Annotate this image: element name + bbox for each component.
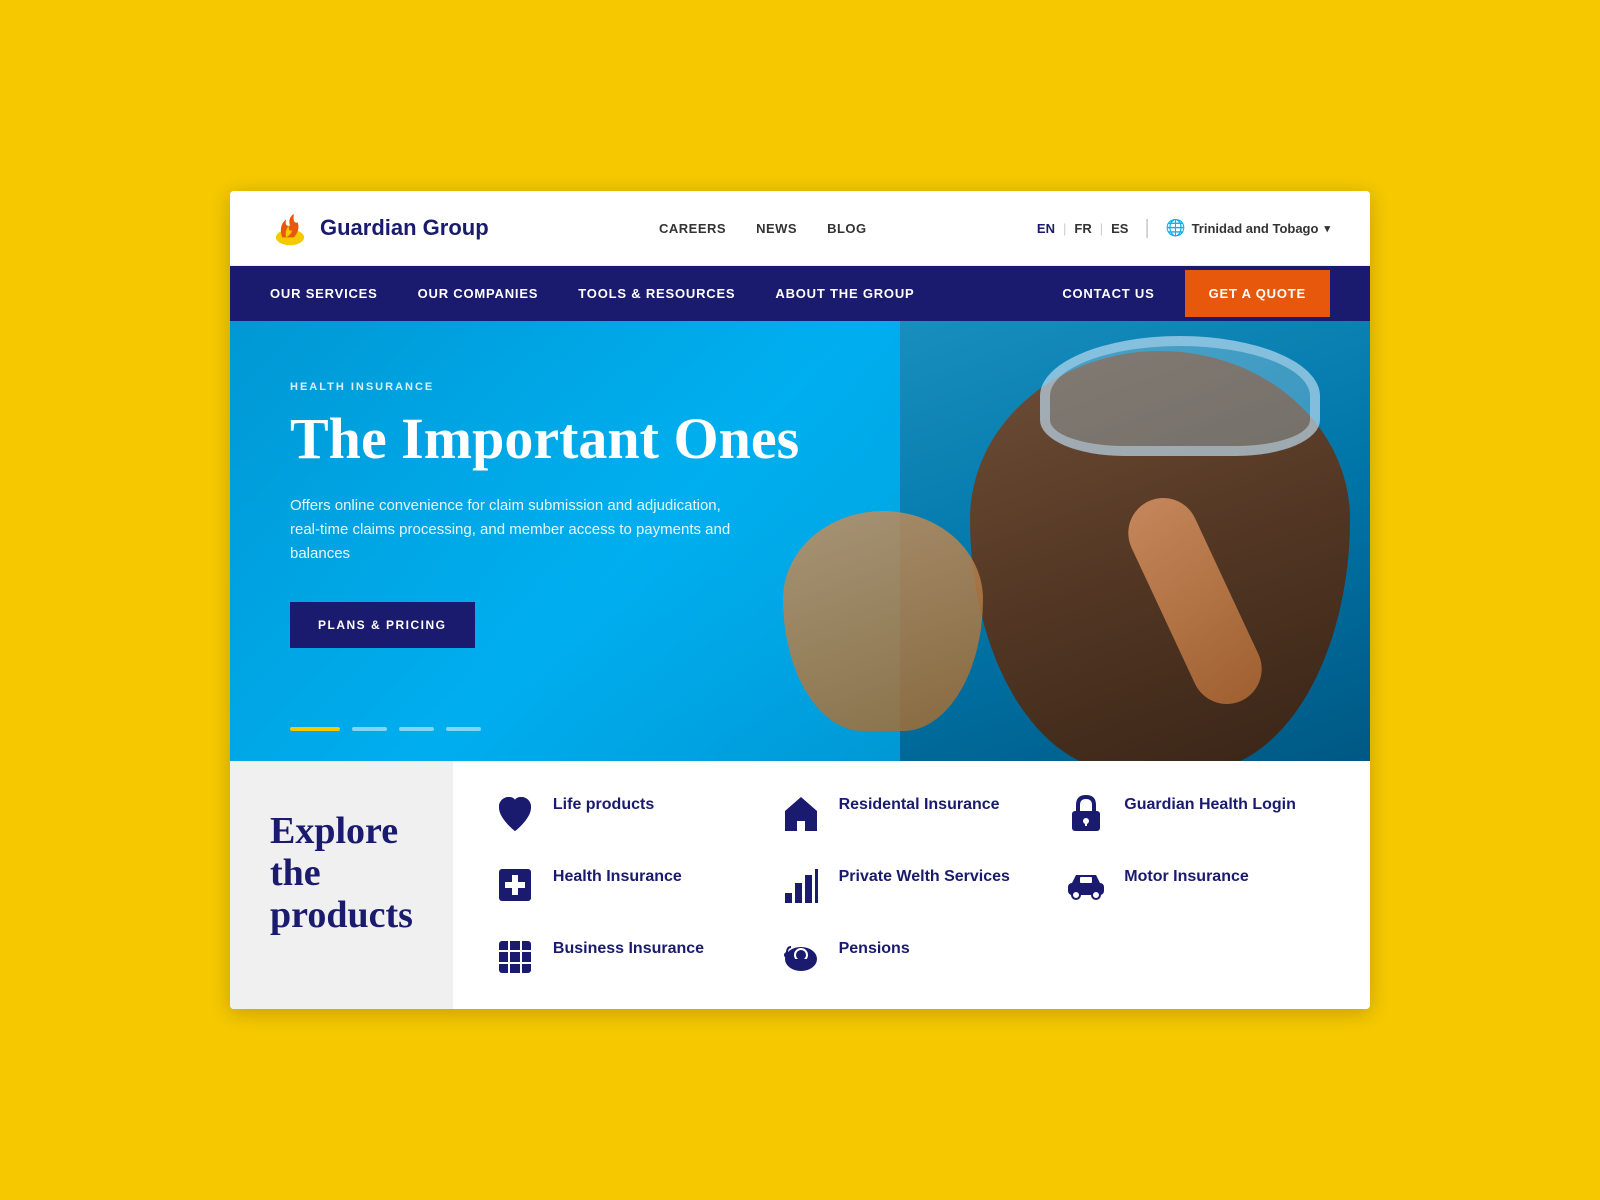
product-health-insurance[interactable]: Health Insurance (493, 863, 759, 907)
carousel-dot-2[interactable] (352, 727, 387, 731)
browser-window: Guardian Group CAREERS NEWS BLOG EN | FR… (230, 191, 1370, 1009)
logo-area[interactable]: Guardian Group (270, 210, 489, 246)
region-selector[interactable]: 🌐 Trinidad and Tobago ▾ (1166, 218, 1330, 238)
language-selector: EN | FR | ES (1037, 221, 1129, 236)
guardian-health-login-label: Guardian Health Login (1124, 795, 1296, 816)
carousel-dot-4[interactable] (446, 727, 481, 731)
hero-section: HEALTH INSURANCE The Important Ones Offe… (230, 321, 1370, 761)
health-insurance-label: Health Insurance (553, 867, 682, 888)
chevron-down-icon: ▾ (1324, 222, 1330, 235)
products-grid: Life products Residental Insurance (453, 761, 1370, 1009)
carousel-dot-3[interactable] (399, 727, 434, 731)
hero-cta-button[interactable]: PLANS & PRICING (290, 602, 475, 648)
residential-insurance-icon (779, 791, 823, 835)
hero-title: The Important Ones (290, 409, 799, 470)
motor-insurance-label: Motor Insurance (1124, 867, 1248, 888)
explore-title: Exploretheproducts (270, 811, 413, 936)
region-label: Trinidad and Tobago (1192, 221, 1319, 236)
top-links: CAREERS NEWS BLOG (659, 221, 867, 236)
logo-text: Guardian Group (320, 215, 489, 241)
product-guardian-health-login[interactable]: Guardian Health Login (1064, 791, 1330, 835)
motor-insurance-icon (1064, 863, 1108, 907)
child-head-shape (783, 511, 983, 731)
product-private-wealth[interactable]: Private Welth Services (779, 863, 1045, 907)
hero-content: HEALTH INSURANCE The Important Ones Offe… (290, 381, 799, 648)
pensions-icon (779, 935, 823, 979)
carousel-dot-1[interactable] (290, 727, 340, 731)
explore-header: Exploretheproducts (230, 761, 453, 1009)
nav-left: OUR SERVICES OUR COMPANIES TOOLS & RESOU… (270, 286, 915, 301)
nav-our-services[interactable]: OUR SERVICES (270, 286, 378, 301)
nav-our-companies[interactable]: OUR COMPANIES (418, 286, 539, 301)
private-wealth-icon (779, 863, 823, 907)
logo-flame-icon (270, 210, 310, 246)
carousel-dots (290, 727, 481, 731)
pensions-label: Pensions (839, 939, 910, 960)
residential-insurance-label: Residental Insurance (839, 795, 1000, 816)
lang-en[interactable]: EN (1037, 221, 1055, 236)
get-quote-button[interactable]: GET A QUOTE (1185, 270, 1330, 317)
business-insurance-icon (493, 935, 537, 979)
guardian-health-login-icon (1064, 791, 1108, 835)
blog-link[interactable]: BLOG (827, 221, 867, 236)
hero-photo (743, 321, 1370, 761)
lang-fr[interactable]: FR (1074, 221, 1091, 236)
hero-description: Offers online convenience for claim subm… (290, 494, 750, 566)
nav-right: CONTACT US GET A QUOTE (1062, 270, 1330, 317)
product-motor-insurance[interactable]: Motor Insurance (1064, 863, 1330, 907)
life-products-icon (493, 791, 537, 835)
news-link[interactable]: NEWS (756, 221, 797, 236)
business-insurance-label: Business Insurance (553, 939, 704, 960)
lang-es[interactable]: ES (1111, 221, 1128, 236)
contact-us-link[interactable]: CONTACT US (1062, 286, 1184, 301)
life-products-label: Life products (553, 795, 654, 816)
products-section: Exploretheproducts Life products (230, 761, 1370, 1009)
health-insurance-icon (493, 863, 537, 907)
product-residential-insurance[interactable]: Residental Insurance (779, 791, 1045, 835)
private-wealth-label: Private Welth Services (839, 867, 1010, 888)
nav-about-group[interactable]: ABOUT THE GROUP (775, 286, 914, 301)
top-bar: Guardian Group CAREERS NEWS BLOG EN | FR… (230, 191, 1370, 266)
hero-tag: HEALTH INSURANCE (290, 381, 799, 393)
nav-bar: OUR SERVICES OUR COMPANIES TOOLS & RESOU… (230, 266, 1370, 321)
top-right: EN | FR | ES | 🌐 Trinidad and Tobago ▾ (1037, 217, 1330, 240)
product-life-products[interactable]: Life products (493, 791, 759, 835)
careers-link[interactable]: CAREERS (659, 221, 726, 236)
glasses-shape (1040, 336, 1320, 456)
globe-icon: 🌐 (1166, 218, 1186, 238)
product-business-insurance[interactable]: Business Insurance (493, 935, 759, 979)
product-pensions[interactable]: Pensions (779, 935, 1045, 979)
nav-tools-resources[interactable]: TOOLS & RESOURCES (578, 286, 735, 301)
